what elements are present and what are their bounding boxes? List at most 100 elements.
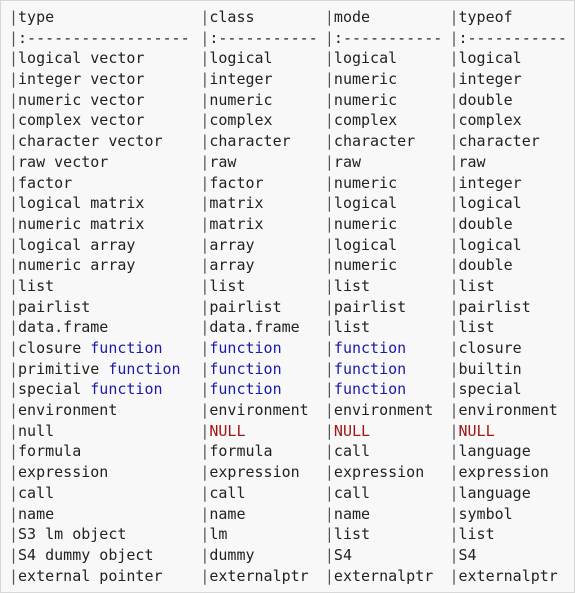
pipe-delimiter: | <box>324 8 334 26</box>
cell-text: integer <box>209 70 273 89</box>
cell-text: logical <box>333 49 398 68</box>
table-cell-mode: |environment <box>325 400 450 421</box>
table-row: |formula |formula |call |language <box>9 441 574 462</box>
cell-text: :----------- <box>333 28 443 47</box>
table-cell-mode: |logical <box>325 235 450 256</box>
pipe-delimiter: | <box>324 49 334 68</box>
table-row: |raw vector |raw |raw |raw <box>9 152 574 173</box>
pipe-delimiter: | <box>324 173 334 192</box>
table-cell-mode: |call <box>325 483 450 504</box>
cell-text: expression <box>333 463 425 482</box>
pipe-delimiter: | <box>200 380 210 399</box>
table-cell-mode: |function <box>325 359 450 380</box>
cell-text: integer vector <box>18 70 145 89</box>
cell-text: numeric <box>333 90 398 109</box>
pipe-delimiter: | <box>324 566 334 585</box>
pipe-delimiter: | <box>200 421 210 440</box>
pipe-delimiter: | <box>200 525 210 544</box>
cell-text: raw vector <box>18 152 109 171</box>
cell-text: symbol <box>458 504 513 523</box>
table-cell-mode: |externalptr <box>325 566 450 587</box>
pipe-delimiter: | <box>200 194 210 213</box>
cell-text: array <box>209 235 255 254</box>
table-row: |logical vector |logical |logical |logical <box>9 48 574 69</box>
cell-text: list <box>209 276 246 295</box>
table-row: |S4 dummy object |dummy |S4 |S4 <box>9 545 574 566</box>
pipe-delimiter: | <box>9 214 19 233</box>
table-cell-typeof: |closure <box>449 338 574 359</box>
table-cell-type: |primitive function <box>9 359 200 380</box>
cell-text: formula <box>18 442 82 461</box>
cell-text: environment <box>18 401 118 420</box>
pipe-delimiter: | <box>324 194 334 213</box>
pipe-delimiter: | <box>200 442 210 461</box>
cell-text: environment <box>209 401 309 420</box>
cell-text: logical matrix <box>18 194 145 213</box>
cell-text: logical <box>333 235 398 254</box>
pipe-delimiter: | <box>9 483 19 502</box>
table-separator-row: |:------------------ |:----------- |:-----… <box>9 28 574 49</box>
cell-text: numeric <box>333 214 398 233</box>
pipe-delimiter: | <box>9 421 19 440</box>
pipe-delimiter: | <box>200 214 210 233</box>
table-row: |numeric array |array |numeric |double <box>9 255 574 276</box>
table-cell-class: |pairlist <box>200 297 325 318</box>
table-cell-mode: |raw <box>325 152 450 173</box>
cell-text: S4 <box>333 545 352 564</box>
table-cell-type: |complex vector <box>9 110 200 131</box>
cell-text: S4 <box>458 545 477 564</box>
pipe-delimiter: | <box>324 297 334 316</box>
table-cell-class: |name <box>200 504 325 525</box>
pipe-delimiter: | <box>9 318 19 337</box>
cell-text: environment <box>458 401 558 420</box>
table-cell-typeof: |character <box>449 131 574 152</box>
pipe-delimiter: | <box>200 256 210 275</box>
cell-text: :------------------ <box>18 28 190 47</box>
table-row: |environment |environment |environment |env… <box>9 400 574 421</box>
pipe-delimiter: | <box>9 132 19 151</box>
table-cell-type: |S3 lm object <box>9 524 200 545</box>
table-cell-typeof: |list <box>449 317 574 338</box>
table-cell-type: |raw vector <box>9 152 200 173</box>
cell-text: complex <box>458 111 522 130</box>
cell-text: closure <box>458 339 522 357</box>
table-cell-type: |null <box>9 421 200 442</box>
table-row: |character vector |character |character |ch… <box>9 131 574 152</box>
table-cell-mode: |numeric <box>325 173 450 194</box>
table-cell-class: |call <box>200 483 325 504</box>
cell-text: pairlist <box>18 297 91 316</box>
cell-text: character vector <box>18 132 163 151</box>
table-cell-mode: |name <box>325 504 450 525</box>
table-cell-typeof: |logical <box>449 235 574 256</box>
pipe-delimiter: | <box>324 28 334 47</box>
table-cell-mode: |list <box>325 276 450 297</box>
cell-text: formula <box>209 442 273 461</box>
table-cell-class: |lm <box>200 524 325 545</box>
markdown-code-block: |type |class |mode |typeof |:---------------… <box>0 0 575 593</box>
cell-text: typeof <box>458 8 513 26</box>
table-row: |integer vector |integer |numeric |integer <box>9 69 574 90</box>
pipe-delimiter: | <box>324 525 334 544</box>
table-row: |primitive function |function |function |bu… <box>9 359 574 380</box>
cell-text: double <box>458 214 513 233</box>
cell-text: character <box>333 132 416 151</box>
table-cell-mode: |function <box>325 338 450 359</box>
cell-text: class <box>209 8 255 26</box>
cell-text: S4 dummy object <box>18 545 154 564</box>
pipe-delimiter: | <box>9 463 19 482</box>
table-cell-type: |special function <box>9 379 200 400</box>
pipe-delimiter: | <box>324 276 334 295</box>
pipe-delimiter: | <box>324 483 334 502</box>
table-cell-mode: |NULL <box>325 421 450 442</box>
cell-text: expression <box>458 463 549 482</box>
table-cell-mode: |list <box>325 524 450 545</box>
table-row: |data.frame |data.frame |list |list <box>9 317 574 338</box>
pipe-delimiter: | <box>200 545 210 564</box>
pipe-delimiter: | <box>200 111 210 130</box>
table-cell-type: |logical array <box>9 235 200 256</box>
table-row: |S3 lm object |lm |list |list <box>9 524 574 545</box>
pipe-delimiter: | <box>324 401 334 420</box>
cell-text: numeric <box>333 70 398 89</box>
table-cell-typeof: |typeof <box>449 7 574 28</box>
cell-text: expression <box>209 463 300 482</box>
